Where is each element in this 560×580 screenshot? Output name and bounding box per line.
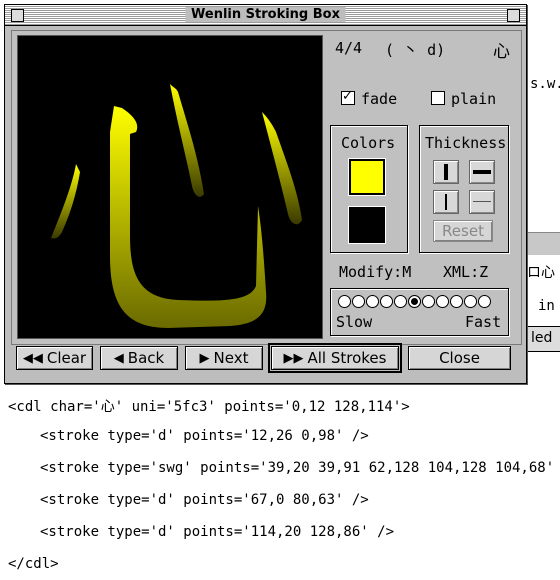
thin-horizontal-button[interactable]: [469, 190, 495, 214]
close-box[interactable]: [11, 9, 24, 22]
thick-vertical-button[interactable]: [433, 160, 459, 184]
next-button[interactable]: ▶ Next: [185, 346, 263, 370]
thin-vertical-button[interactable]: [433, 190, 459, 214]
cdl-close-tag: </cdl>: [8, 556, 59, 572]
speed-step[interactable]: [436, 295, 449, 308]
cdl-stroke-2: <stroke type='swg' points='39,20 39,91 6…: [40, 460, 560, 476]
window-title: Wenlin Stroking Box: [185, 7, 346, 22]
rewind-icon: ◀◀: [22, 350, 43, 366]
next-icon: ▶: [199, 350, 210, 366]
all-strokes-button[interactable]: ▶▶ All Strokes: [268, 343, 402, 373]
back-icon: ◀: [113, 350, 124, 366]
close-button[interactable]: Close: [408, 346, 511, 370]
speed-step[interactable]: [464, 295, 477, 308]
all-strokes-button-label: All Strokes: [307, 349, 387, 367]
xml-shortcut-label: XML:Z: [443, 263, 489, 281]
plain-checkbox[interactable]: [431, 91, 445, 105]
speed-step[interactable]: [450, 295, 463, 308]
clear-button[interactable]: ◀◀ Clear: [16, 346, 93, 370]
back-button-label: Back: [127, 349, 165, 367]
speed-slow-label: Slow: [336, 313, 373, 331]
background-text-led: led: [531, 330, 553, 346]
title-bar[interactable]: Wenlin Stroking Box: [5, 5, 526, 26]
stroking-box-window: Wenlin Stroking Box 4/4 ( 丶 d) 心 ✓ fade …: [4, 4, 527, 384]
background-button-fragment[interactable]: led: [526, 326, 560, 352]
background-window-divider: [526, 232, 560, 255]
reset-button[interactable]: Reset: [433, 220, 493, 242]
stroke-4-dot: [262, 112, 302, 225]
background-text-char: ロ心: [527, 265, 555, 281]
clear-button-label: Clear: [46, 349, 87, 367]
stroke-3-dot: [170, 84, 204, 197]
colors-label: Colors: [341, 134, 396, 152]
speed-step[interactable]: [394, 295, 407, 308]
speed-step[interactable]: [338, 295, 351, 308]
character-glyph: 心: [493, 42, 510, 62]
fade-label[interactable]: fade: [361, 90, 397, 108]
cdl-stroke-1: <stroke type='d' points='12,26 0,98' />: [40, 428, 369, 444]
background-text-in: in: [538, 298, 555, 314]
speed-fast-label: Fast: [465, 313, 502, 331]
stroke-position: 4/4: [335, 39, 363, 57]
speed-step-selected[interactable]: [408, 295, 421, 308]
speed-slider[interactable]: [338, 295, 491, 308]
speed-step[interactable]: [352, 295, 365, 308]
cdl-open-tag: <cdl char='心' uni='5fc3' points='0,12 12…: [8, 399, 410, 415]
character-strokes: [51, 84, 302, 328]
zoom-box[interactable]: [507, 9, 520, 22]
thick-horizontal-button[interactable]: [469, 160, 495, 184]
fade-checkbox[interactable]: [341, 89, 355, 105]
thickness-label: Thickness: [425, 134, 507, 152]
background-color-swatch[interactable]: [349, 207, 385, 243]
back-button[interactable]: ◀ Back: [100, 346, 178, 370]
fast-forward-icon: ▶▶: [283, 350, 304, 366]
stroke-1-dot: [51, 164, 80, 239]
speed-step[interactable]: [478, 295, 491, 308]
foreground-color-swatch[interactable]: [349, 159, 385, 195]
modify-shortcut-label: Modify:M: [339, 263, 412, 281]
cdl-stroke-3: <stroke type='d' points='67,0 80,63' />: [40, 492, 369, 508]
plain-label[interactable]: plain: [451, 90, 496, 108]
speed-step[interactable]: [422, 295, 435, 308]
background-text-sw: s.w.: [530, 76, 560, 92]
stroke-canvas[interactable]: [17, 35, 323, 339]
speed-step[interactable]: [380, 295, 393, 308]
next-button-label: Next: [213, 349, 249, 367]
stroke-info: ( 丶 d): [385, 41, 446, 59]
speed-step[interactable]: [366, 295, 379, 308]
cdl-stroke-4: <stroke type='d' points='114,20 128,86' …: [40, 524, 395, 540]
